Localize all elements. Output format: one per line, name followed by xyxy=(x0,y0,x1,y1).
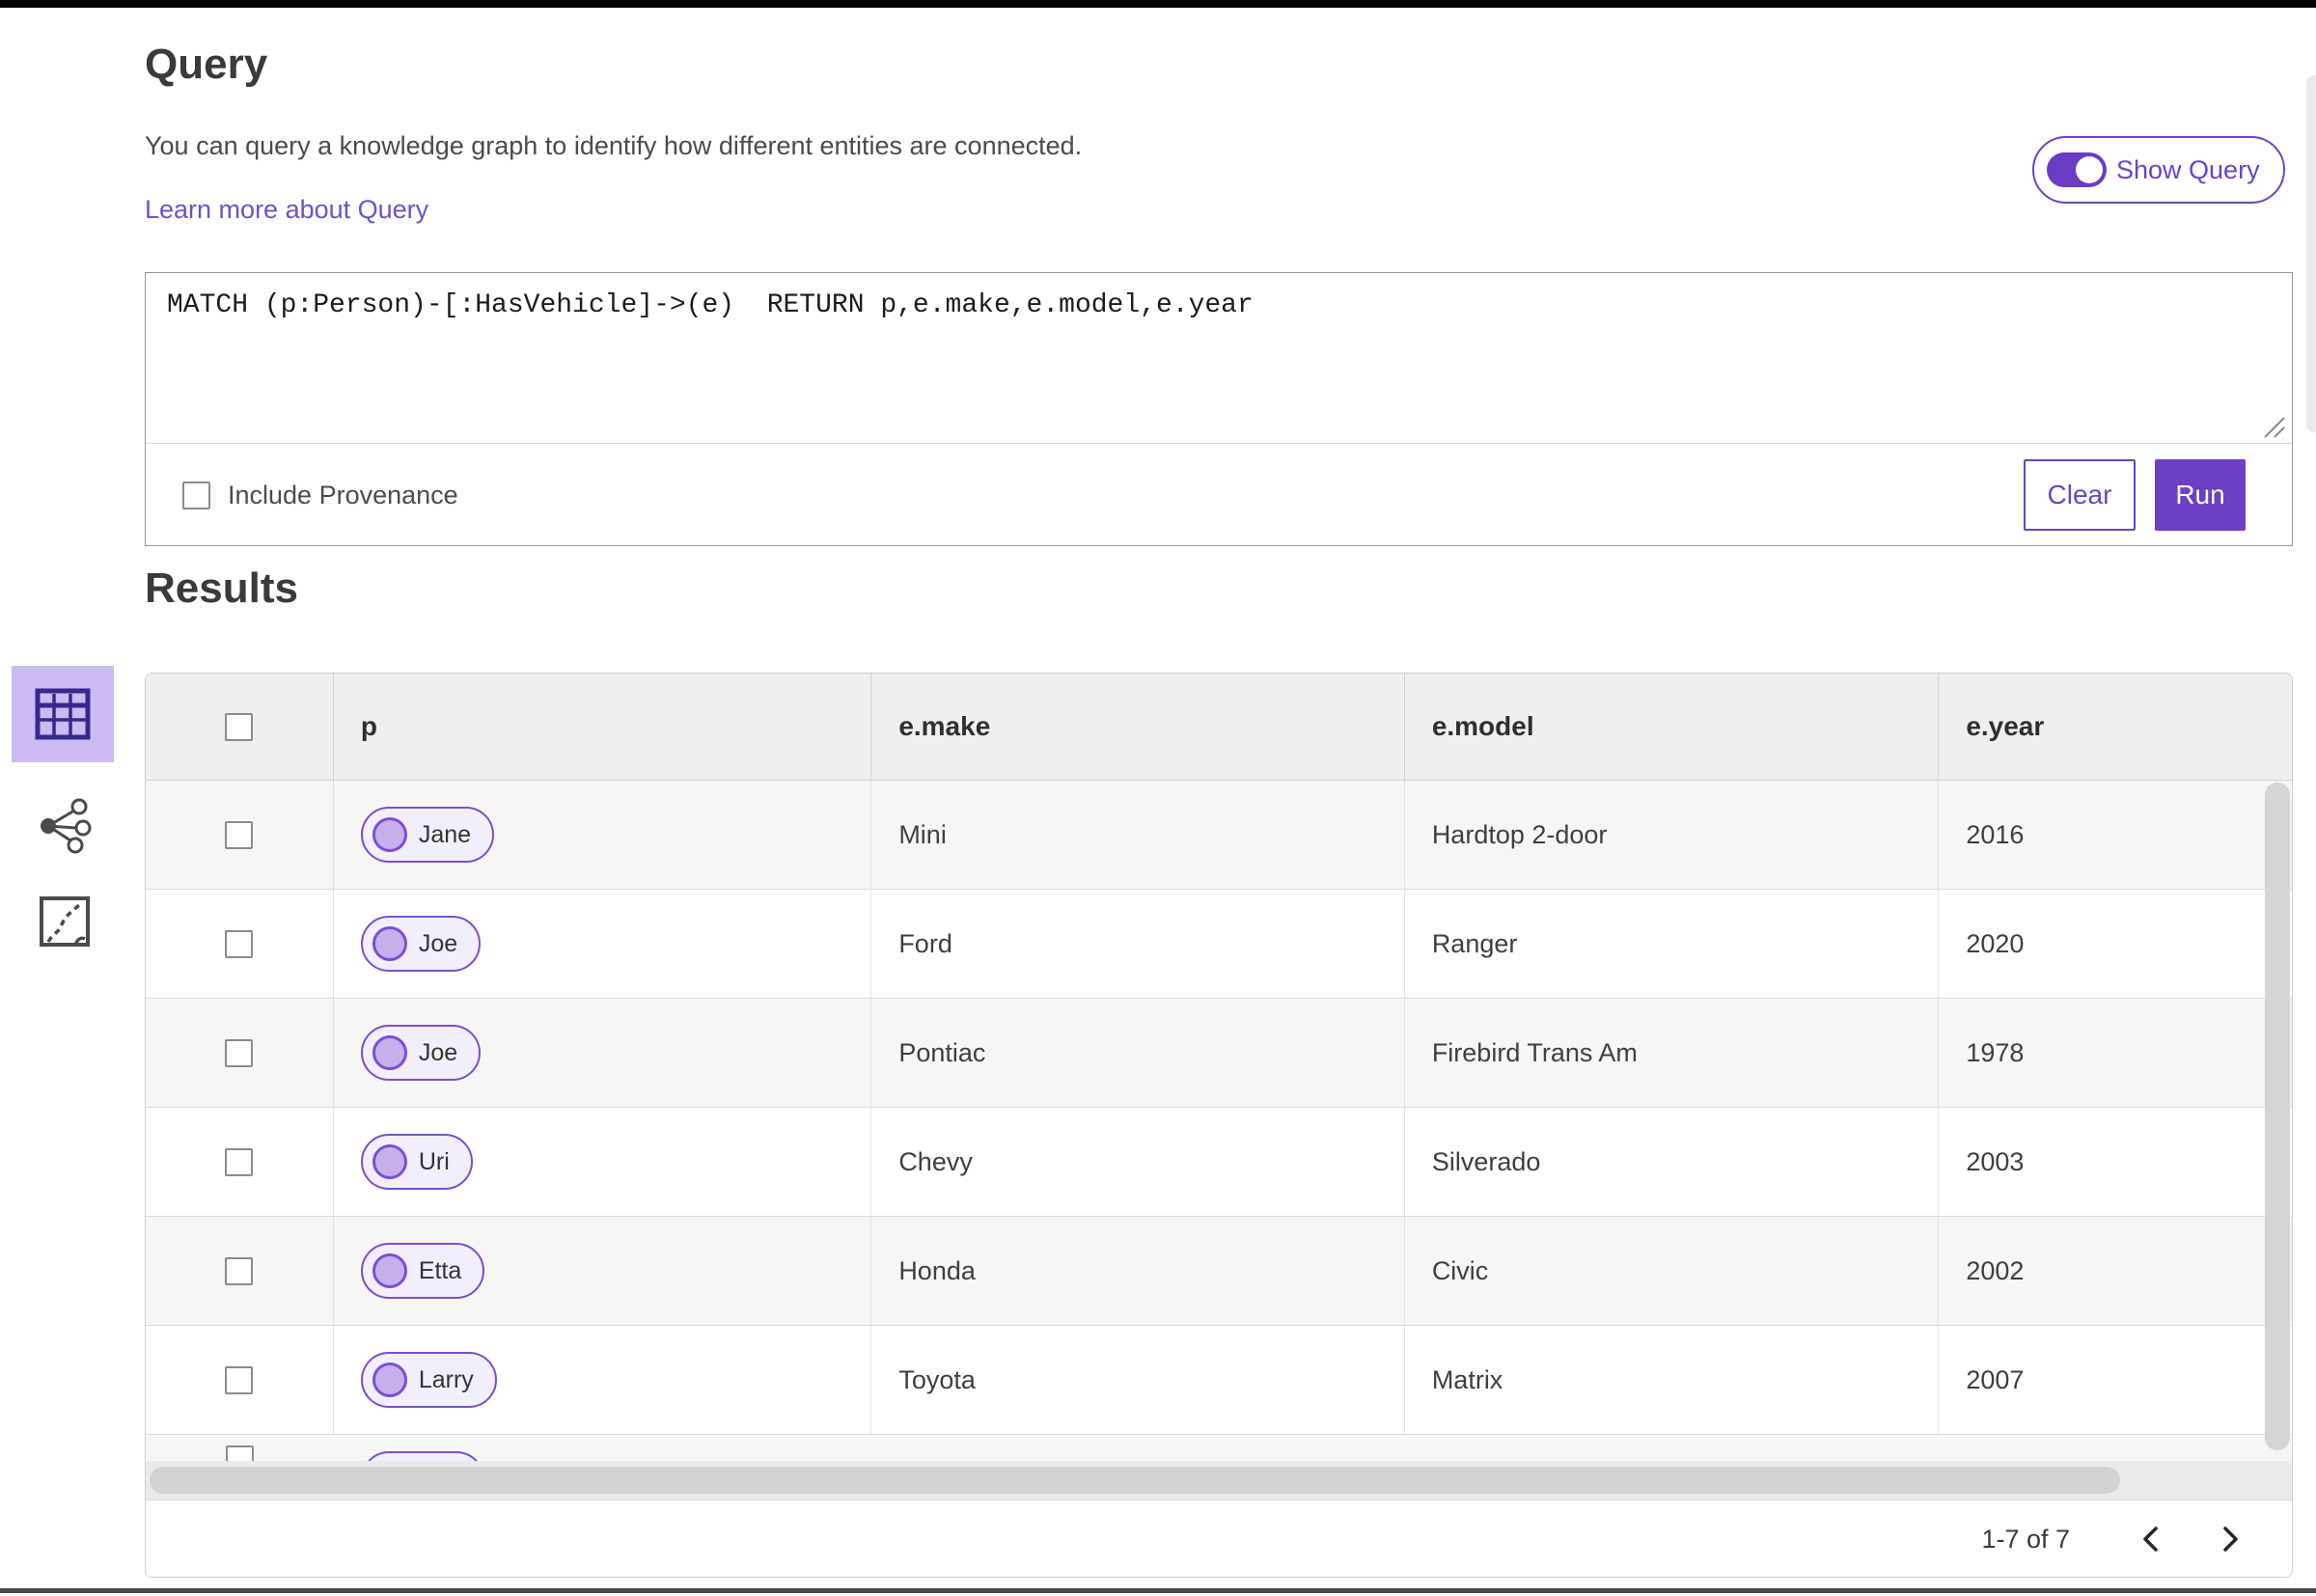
entity-node-icon xyxy=(372,1253,407,1288)
entity-label: Etta xyxy=(418,1256,462,1284)
previous-page-button[interactable] xyxy=(2128,1517,2172,1561)
query-editor-panel: MATCH (p:Person)-[:HasVehicle]->(e) RETU… xyxy=(145,272,2293,546)
toggle-knob xyxy=(2076,156,2103,183)
entity-node-icon xyxy=(372,926,407,961)
table-row[interactable]: Uri Chevy Silverado 2003 xyxy=(146,1108,2292,1217)
next-page-button[interactable] xyxy=(2209,1517,2253,1561)
row-checkbox[interactable] xyxy=(225,820,254,849)
table-row[interactable]: Joe Ford Ranger 2020 xyxy=(146,890,2292,999)
run-button[interactable]: Run xyxy=(2155,459,2246,531)
pagination-range-label: 1-7 of 7 xyxy=(1981,1524,2070,1554)
table-row[interactable]: Jane Mini Hardtop 2-door 2016 xyxy=(146,781,2292,890)
cell-e-model: Silverado xyxy=(1405,1108,1940,1216)
results-title: Results xyxy=(145,564,298,612)
table-row[interactable]: Joe Pontiac Firebird Trans Am 1978 xyxy=(146,999,2292,1108)
cell-e-model: Ranger xyxy=(1405,890,1940,998)
entity-pill[interactable]: Etta xyxy=(360,1243,485,1299)
row-checkbox[interactable] xyxy=(225,1147,254,1176)
cell-e-year: 2002 xyxy=(1966,1255,2025,1285)
show-query-toggle[interactable]: Show Query xyxy=(2032,136,2285,204)
chevron-right-icon xyxy=(2223,1527,2238,1552)
table-header-row: p e.make e.model e.year xyxy=(146,674,2292,781)
cell-e-model: Firebird Trans Am xyxy=(1405,999,1940,1107)
cell-e-make: Ford xyxy=(871,890,1405,998)
query-action-buttons: Clear Run xyxy=(2024,459,2246,531)
query-footer: Include Provenance Clear Run xyxy=(146,443,2292,546)
include-provenance-label: Include Provenance xyxy=(228,480,458,509)
show-query-label: Show Query xyxy=(2116,154,2260,184)
cell-e-model: Matrix xyxy=(1405,1326,1940,1434)
select-all-checkbox[interactable] xyxy=(225,712,254,741)
cell-e-year: 1978 xyxy=(1966,1037,2025,1067)
include-provenance-checkbox[interactable] xyxy=(182,481,210,509)
entity-label: Joe xyxy=(418,929,458,957)
table-row[interactable]: Etta Honda Civic 2002 xyxy=(146,1217,2292,1326)
entity-label: Uri xyxy=(418,1147,450,1175)
vertical-scrollbar-thumb[interactable] xyxy=(2265,783,2290,1450)
view-switcher-map[interactable] xyxy=(39,895,91,948)
horizontal-scrollbar-thumb[interactable] xyxy=(150,1467,2120,1494)
entity-label: Jane xyxy=(418,820,472,848)
window-bottom-edge xyxy=(0,1588,2316,1593)
table-row[interactable]: Larry Toyota Matrix 2007 xyxy=(146,1326,2292,1435)
entity-label: Larry xyxy=(418,1365,474,1393)
query-text: MATCH (p:Person)-[:HasVehicle]->(e) RETU… xyxy=(167,290,1254,320)
cell-e-year: 2016 xyxy=(1966,819,2025,849)
row-checkbox[interactable] xyxy=(225,929,254,958)
cell-e-model: Hardtop 2-door xyxy=(1405,781,1940,889)
entity-node-icon xyxy=(372,1035,407,1070)
entity-pill[interactable]: Jane xyxy=(360,807,495,863)
cell-e-make: Honda xyxy=(871,1217,1405,1325)
resize-handle-icon[interactable] xyxy=(2259,412,2286,439)
row-checkbox[interactable] xyxy=(225,1256,254,1285)
toggle-on-icon[interactable] xyxy=(2047,152,2107,187)
entity-label: Joe xyxy=(418,1038,458,1066)
include-provenance-option[interactable]: Include Provenance xyxy=(182,481,458,510)
entity-pill[interactable]: Larry xyxy=(360,1352,497,1408)
entity-node-icon xyxy=(372,1144,407,1179)
cell-e-year: 2007 xyxy=(1966,1364,2025,1394)
view-switcher-graph[interactable] xyxy=(35,797,93,855)
entity-pill[interactable]: Joe xyxy=(360,1025,482,1081)
map-view-icon xyxy=(40,896,90,947)
cell-e-year: 2003 xyxy=(1966,1146,2025,1176)
horizontal-scrollbar[interactable] xyxy=(146,1461,2292,1500)
query-input[interactable]: MATCH (p:Person)-[:HasVehicle]->(e) RETU… xyxy=(146,273,2292,443)
cell-e-model: Civic xyxy=(1405,1217,1940,1325)
table-view-icon xyxy=(35,688,91,740)
page-scrollbar-thumb[interactable] xyxy=(2306,75,2316,432)
row-checkbox[interactable] xyxy=(225,1365,254,1394)
learn-more-link[interactable]: Learn more about Query xyxy=(145,195,428,225)
table-pagination: 1-7 of 7 xyxy=(146,1500,2292,1577)
column-header-e-year[interactable]: e.year xyxy=(1939,674,2292,780)
entity-pill[interactable]: Joe xyxy=(360,916,482,972)
column-header-e-model[interactable]: e.model xyxy=(1405,674,1940,780)
chevron-left-icon xyxy=(2143,1527,2158,1552)
column-header-p[interactable]: p xyxy=(334,674,872,780)
results-table: p e.make e.model e.year Jane Mini Hardto… xyxy=(145,673,2293,1578)
cell-e-make: Mini xyxy=(871,781,1405,889)
column-header-e-make[interactable]: e.make xyxy=(871,674,1405,780)
row-checkbox[interactable] xyxy=(225,1038,254,1067)
entity-pill[interactable]: Uri xyxy=(360,1134,473,1190)
entity-node-icon xyxy=(372,817,407,852)
query-description: You can query a knowledge graph to ident… xyxy=(145,131,1083,160)
view-switcher-table[interactable] xyxy=(12,666,114,762)
page-title: Query xyxy=(145,41,268,88)
cell-e-year: 2020 xyxy=(1966,928,2025,958)
window-top-edge xyxy=(0,0,2316,8)
graph-view-icon xyxy=(41,798,92,854)
cell-e-make: Toyota xyxy=(871,1326,1405,1434)
cell-e-make: Chevy xyxy=(871,1108,1405,1216)
cell-e-make: Pontiac xyxy=(871,999,1405,1107)
clear-button[interactable]: Clear xyxy=(2024,459,2136,531)
entity-node-icon xyxy=(372,1362,407,1397)
